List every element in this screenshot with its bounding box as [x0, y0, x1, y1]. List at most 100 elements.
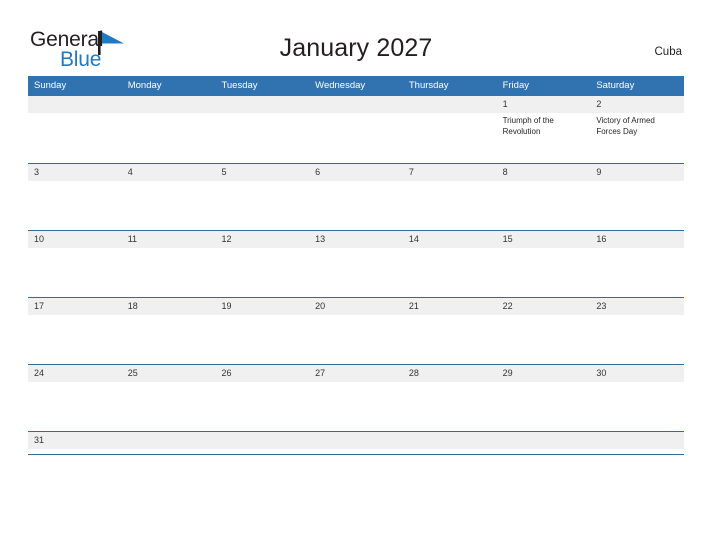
day-number: 20: [309, 298, 403, 315]
calendar-day-cell-empty: [496, 432, 591, 454]
calendar-day-cell[interactable]: 9: [590, 164, 685, 230]
calendar-day-cell[interactable]: 3: [28, 164, 122, 230]
calendar-day-cell-empty: [28, 96, 122, 163]
day-number: 15: [496, 231, 591, 248]
calendar-day-cell[interactable]: 7: [402, 164, 497, 230]
weekday-header-wednesday: Wednesday: [315, 80, 366, 91]
day-number: 16: [590, 231, 685, 248]
calendar-day-cell[interactable]: 10: [28, 231, 122, 297]
region-label: Cuba: [654, 46, 683, 58]
page-title: January 2027: [279, 34, 433, 62]
calendar-day-cell[interactable]: 28: [402, 365, 497, 431]
day-number: [309, 96, 403, 113]
day-number: [496, 432, 591, 449]
calendar-day-cell-empty: [590, 432, 685, 454]
weekday-header-saturday: Saturday: [596, 80, 635, 91]
calendar-day-cell[interactable]: 25: [121, 365, 216, 431]
calendar-day-cell-empty: [215, 96, 310, 163]
calendar-day-cell[interactable]: 20: [309, 298, 403, 364]
calendar-day-cell[interactable]: 31: [28, 432, 122, 454]
day-number: 6: [309, 164, 403, 181]
calendar-day-cell[interactable]: 30: [590, 365, 685, 431]
calendar-day-cell-empty: [402, 432, 497, 454]
day-number: [590, 432, 685, 449]
calendar-day-cell[interactable]: 21: [402, 298, 497, 364]
calendar-week-row: 1 Triumph of the Revolution 2 Victory of Ar…: [28, 96, 685, 163]
day-number: 26: [215, 365, 310, 382]
day-number: 14: [402, 231, 497, 248]
calendar-week-row: 3456789: [28, 163, 685, 230]
day-number: 5: [215, 164, 310, 181]
day-number: [121, 96, 216, 113]
calendar-day-cell[interactable]: 2 Victory of Armed Forces Day: [590, 96, 685, 163]
calendar-day-cell[interactable]: 6: [309, 164, 403, 230]
calendar-week-row: 10 11 12 13 14 15 16: [28, 230, 685, 297]
day-number: [402, 432, 497, 449]
day-number: 25: [121, 365, 216, 382]
calendar-day-cell[interactable]: 16: [590, 231, 685, 297]
calendar-day-cell[interactable]: 27: [309, 365, 403, 431]
calendar-day-cell[interactable]: 24: [28, 365, 122, 431]
page-header: General Blue January 2027 Cuba: [0, 0, 712, 76]
calendar-day-cell[interactable]: 22: [496, 298, 591, 364]
day-number: 11: [121, 231, 216, 248]
weekday-header-tuesday: Tuesday: [221, 80, 258, 91]
day-number: [402, 96, 497, 113]
day-number: 31: [28, 432, 122, 449]
day-event-label: Victory of Armed Forces Day: [596, 116, 655, 136]
day-number: 9: [590, 164, 685, 181]
day-number: 30: [590, 365, 685, 382]
day-number: [215, 96, 310, 113]
calendar-day-cell[interactable]: 26: [215, 365, 310, 431]
calendar-day-cell[interactable]: 15: [496, 231, 591, 297]
calendar-week-row: 31: [28, 431, 685, 455]
calendar-day-cell[interactable]: 14: [402, 231, 497, 297]
day-number: 22: [496, 298, 591, 315]
calendar-day-cell[interactable]: 19: [215, 298, 310, 364]
day-number: 10: [28, 231, 122, 248]
calendar-day-cell[interactable]: 18: [121, 298, 216, 364]
calendar-day-cell[interactable]: 8: [496, 164, 591, 230]
calendar-day-cell-empty: [309, 96, 403, 163]
day-event-label: Triumph of the Revolution: [502, 116, 554, 136]
weekday-header-row: Sunday Monday Tuesday Wednesday Thursday…: [28, 76, 684, 96]
weekday-header-friday: Friday: [502, 80, 529, 91]
day-number: [121, 432, 216, 449]
calendar-grid: Sunday Monday Tuesday Wednesday Thursday…: [28, 76, 685, 455]
calendar-day-cell[interactable]: 11: [121, 231, 216, 297]
day-number: 7: [402, 164, 497, 181]
calendar-day-cell-empty: [215, 432, 310, 454]
day-number: 1: [496, 96, 591, 113]
weekday-header-thursday: Thursday: [408, 80, 449, 91]
day-number: 19: [215, 298, 310, 315]
day-number: 3: [28, 164, 122, 181]
calendar-day-cell[interactable]: 4: [121, 164, 216, 230]
calendar-day-cell[interactable]: 5: [215, 164, 310, 230]
day-number: 23: [590, 298, 685, 315]
day-number: 21: [402, 298, 497, 315]
day-number: 28: [402, 365, 497, 382]
day-number: 4: [121, 164, 216, 181]
day-number: [28, 96, 122, 113]
day-number: [309, 432, 403, 449]
calendar-day-cell[interactable]: 12: [215, 231, 310, 297]
calendar-day-cell[interactable]: 13: [309, 231, 403, 297]
calendar-weeks: 1 Triumph of the Revolution 2 Victory of Ar…: [28, 96, 685, 455]
day-number: 29: [496, 365, 591, 382]
calendar-week-row: 24 25 26 27 28 29 30: [28, 364, 685, 431]
calendar-day-cell[interactable]: 23: [590, 298, 685, 364]
calendar-week-row: 17 18 19 20 21 22 23: [28, 297, 685, 364]
calendar-day-cell[interactable]: 1 Triumph of the Revolution: [496, 96, 591, 163]
calendar-page: General Blue January 2027 Cuba Sunday Mo…: [0, 0, 712, 550]
calendar-day-cell[interactable]: 29: [496, 365, 591, 431]
day-number: 2: [590, 96, 685, 113]
day-events: Triumph of the Revolution: [497, 113, 591, 137]
day-number: 17: [28, 298, 122, 315]
day-number: 8: [496, 164, 591, 181]
weekday-header-sunday: Sunday: [34, 80, 67, 91]
calendar-day-cell-empty: [402, 96, 497, 163]
day-number: 12: [215, 231, 310, 248]
weekday-header-monday: Monday: [127, 80, 162, 91]
day-number: [215, 432, 310, 449]
calendar-day-cell[interactable]: 17: [28, 298, 122, 364]
